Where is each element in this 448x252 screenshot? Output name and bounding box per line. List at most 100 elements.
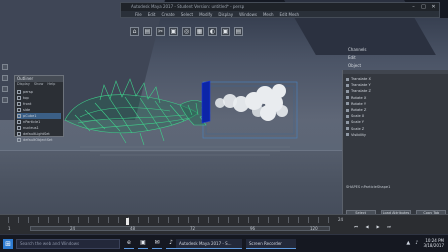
outliner-item-label: defaultLightSet xyxy=(23,132,50,136)
outliner-item-label: side xyxy=(23,108,31,112)
ground-grid xyxy=(80,146,290,156)
maya-window: Autodesk Maya 2017 - Student Version: un… xyxy=(120,2,440,18)
set-icon xyxy=(17,138,21,142)
attribute-bullet-icon xyxy=(346,127,349,131)
window-titlebar[interactable]: Autodesk Maya 2017 - Student Version: un… xyxy=(121,3,439,11)
outliner-item-label: persp xyxy=(23,90,33,94)
close-button[interactable]: ✕ xyxy=(430,4,437,10)
move-tool-icon[interactable] xyxy=(2,75,8,81)
frame-label: 24 xyxy=(70,226,76,231)
attribute-label: Scale X xyxy=(351,114,365,119)
menu-file[interactable]: File xyxy=(135,11,142,18)
attribute-bullet-icon xyxy=(346,108,349,112)
cube-tool-button[interactable]: ▣ xyxy=(169,27,178,36)
camera-icon xyxy=(17,96,21,100)
outliner-item-label: top xyxy=(23,96,29,100)
volume-icon[interactable]: ♪ xyxy=(415,240,418,246)
file-explorer-icon[interactable]: ▣ xyxy=(138,238,148,249)
frame-label: 72 xyxy=(190,226,196,231)
mail-icon[interactable]: ✉ xyxy=(152,238,162,249)
tab-channels[interactable]: Channels xyxy=(348,46,367,54)
attribute-label: Rotate Z xyxy=(351,108,367,113)
menu-modify[interactable]: Modify xyxy=(199,11,212,18)
menu-edit[interactable]: Edit xyxy=(148,11,156,18)
settings-tool-button[interactable]: ▤ xyxy=(234,27,243,36)
attribute-label: Scale Z xyxy=(351,126,365,131)
sphere-tool-button[interactable]: ◎ xyxy=(182,27,191,36)
menu-edit-mesh[interactable]: Edit Mesh xyxy=(280,11,300,18)
task-recorder[interactable]: Screen Recorder xyxy=(246,239,296,249)
menu-mesh[interactable]: Mesh xyxy=(263,11,274,18)
outliner-item-label: defaultObjectSet xyxy=(23,138,53,142)
layout-tool-button[interactable]: ▤ xyxy=(143,27,152,36)
music-icon[interactable]: ♪ xyxy=(166,238,176,249)
go-to-start-icon[interactable]: ⏮ xyxy=(352,224,360,230)
viewport[interactable] xyxy=(60,55,300,165)
play-backward-icon[interactable]: ◀ xyxy=(363,224,371,230)
time-slider: 1 24 48 72 96 120 24 ⏮ ◀ ▶ ⏭ xyxy=(0,214,448,234)
camera-icon xyxy=(17,108,21,112)
windows-start-icon[interactable]: ⊞ xyxy=(3,239,13,249)
home-tool-button[interactable]: ⌂ xyxy=(130,27,139,36)
attribute-row[interactable]: Visibility xyxy=(346,132,445,138)
go-to-end-icon[interactable]: ⏭ xyxy=(385,224,393,230)
attribute-label: Scale Y xyxy=(351,120,365,125)
playback-controls: ⏮ ◀ ▶ ⏭ xyxy=(352,224,393,230)
rotate-tool-icon[interactable] xyxy=(2,86,8,92)
menu-select[interactable]: Select xyxy=(181,11,193,18)
outliner-item-label: pCube1 xyxy=(23,114,37,118)
outliner-item-label: front xyxy=(23,102,32,106)
attribute-bullet-icon xyxy=(346,83,349,87)
minimize-button[interactable]: – xyxy=(410,4,417,10)
menu-display[interactable]: Display xyxy=(218,11,233,18)
creature-wireframe xyxy=(64,78,211,146)
timeline-ruler[interactable] xyxy=(8,217,338,223)
caption-buttons: – □ ✕ xyxy=(410,4,437,10)
task-maya[interactable]: Autodesk Maya 2017 - S... xyxy=(176,239,242,249)
channel-box-tabs: Channels Edit Object xyxy=(348,46,367,70)
render-tool-button[interactable]: ▣ xyxy=(221,27,230,36)
window-title: Autodesk Maya 2017 - Student Version: un… xyxy=(131,4,245,9)
frame-label: 120 xyxy=(310,226,318,231)
maximize-button[interactable]: □ xyxy=(420,4,427,10)
outliner-menu-help[interactable]: Help xyxy=(47,82,55,87)
set-icon xyxy=(17,132,21,136)
attribute-label: Rotate X xyxy=(351,95,367,100)
cut-tool-button[interactable]: ✂ xyxy=(156,27,165,36)
tab-object[interactable]: Object xyxy=(348,62,367,70)
outliner-menu-display[interactable]: Display xyxy=(17,82,30,87)
network-icon[interactable]: ▲ xyxy=(406,240,410,246)
outliner-item-label: nParticle1 xyxy=(23,120,41,124)
camera-icon xyxy=(17,90,21,94)
frame-label: 48 xyxy=(130,226,136,231)
clock[interactable]: 10:24 PM 3/18/2017 xyxy=(423,238,444,248)
outliner-item[interactable]: defaultObjectSet xyxy=(17,137,61,143)
attribute-bullet-icon xyxy=(346,96,349,100)
current-time-marker[interactable] xyxy=(126,218,129,225)
outliner-menu-show[interactable]: Show xyxy=(34,82,43,87)
left-toolbox xyxy=(0,60,10,210)
attribute-label: Rotate Y xyxy=(351,101,367,106)
outliner-list: persp top front side pCube1 nParticle1 n… xyxy=(15,87,63,145)
attribute-bullet-icon xyxy=(346,120,349,124)
current-frame-field[interactable]: 24 xyxy=(338,217,343,222)
shape-node-label: SHAPES nParticleShape1 xyxy=(346,185,391,189)
tab-edit[interactable]: Edit xyxy=(348,54,367,62)
attribute-bullet-icon xyxy=(346,133,349,137)
scale-tool-icon[interactable] xyxy=(2,97,8,103)
play-forward-icon[interactable]: ▶ xyxy=(374,224,382,230)
browser-icon[interactable]: e xyxy=(124,238,134,249)
frame-label: 1 xyxy=(8,226,11,231)
shading-tool-button[interactable]: ◐ xyxy=(208,27,217,36)
taskbar-search[interactable]: Search the web and Windows xyxy=(16,239,120,249)
menu-create[interactable]: Create xyxy=(161,11,174,18)
nucleus-icon xyxy=(17,126,21,130)
select-tool-icon[interactable] xyxy=(2,64,8,70)
system-tray: ▲ ♪ 10:24 PM 3/18/2017 xyxy=(406,238,444,248)
attribute-label: Visibility xyxy=(351,132,367,137)
camera-icon xyxy=(17,102,21,106)
attribute-bullet-icon xyxy=(346,89,349,93)
grid-tool-button[interactable]: ▦ xyxy=(195,27,204,36)
menu-windows[interactable]: Windows xyxy=(239,11,257,18)
particle-icon xyxy=(17,120,21,124)
